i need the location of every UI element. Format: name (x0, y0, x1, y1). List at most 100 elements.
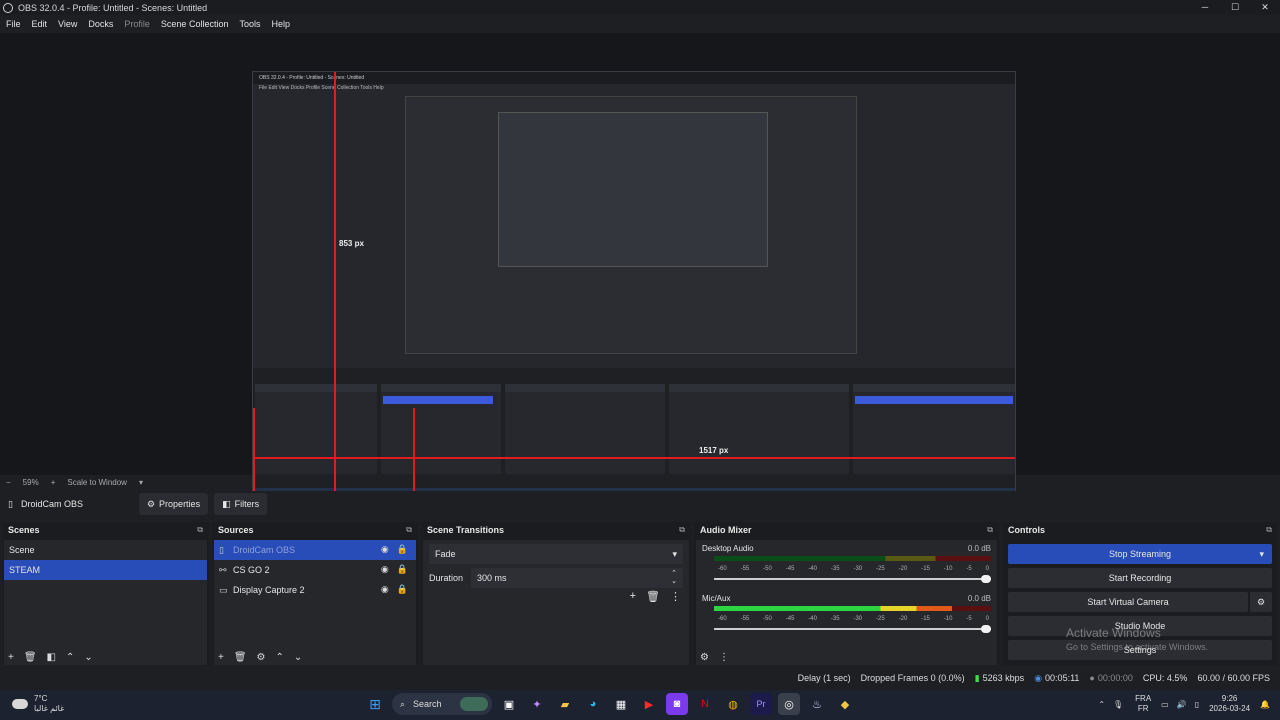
stop-streaming-label: Stop Streaming (1108, 549, 1172, 559)
preview-area[interactable]: OBS 32.0.4 - Profile: Untitled - Scenes:… (0, 33, 1280, 503)
add-icon[interactable]: + (630, 590, 636, 603)
obs-taskbar-icon[interactable]: ◎ (778, 693, 800, 715)
youtube-icon[interactable]: ▶ (638, 693, 660, 715)
lock-icon[interactable]: 🔒 (397, 544, 408, 555)
zoom-out-button[interactable]: − (6, 478, 11, 487)
window-title: OBS 32.0.4 - Profile: Untitled - Scenes:… (18, 2, 208, 13)
chevron-up-icon[interactable]: ⌃ (276, 652, 284, 663)
start-virtual-camera-button[interactable]: Start Virtual Camera (1008, 592, 1248, 612)
cloud-icon (12, 699, 28, 709)
add-icon[interactable]: + (218, 652, 224, 663)
chevron-down-icon[interactable]: ▾ (1259, 549, 1264, 560)
chevron-down-icon[interactable]: ⌄ (84, 652, 92, 663)
zoom-in-button[interactable]: + (51, 478, 56, 487)
height-guide-line (334, 72, 336, 502)
minimize-button[interactable]: ─ (1190, 0, 1220, 15)
copilot-icon[interactable]: ✦ (526, 693, 548, 715)
speaker-icon[interactable]: 🔊 (1177, 700, 1187, 709)
eye-icon[interactable]: ◉ (381, 584, 389, 595)
chevron-up-icon[interactable]: ⌃ (66, 652, 74, 663)
chrome-icon[interactable]: ◍ (722, 693, 744, 715)
clock[interactable]: 9:26 2026-03-24 (1209, 694, 1250, 714)
lock-icon[interactable]: 🔒 (397, 584, 408, 595)
filter-icon[interactable]: ◧ (47, 652, 56, 663)
add-icon[interactable]: + (8, 652, 14, 663)
channel-header: Mic/Aux 0.0 dB (696, 594, 997, 603)
preview-canvas[interactable]: OBS 32.0.4 - Profile: Untitled - Scenes:… (252, 71, 1016, 503)
trash-icon[interactable]: 🗑 (234, 652, 247, 663)
undock-icon[interactable]: ⧉ (987, 525, 993, 535)
trash-icon[interactable]: 🗑 (24, 652, 37, 663)
language-secondary: FR (1137, 704, 1149, 713)
more-icon[interactable]: ⋮ (670, 590, 681, 603)
file-explorer-icon[interactable]: ▰ (554, 693, 576, 715)
netflix-icon[interactable]: N (694, 693, 716, 715)
edge-icon[interactable]: ◕ (582, 693, 604, 715)
menu-scene-collection[interactable]: Scene Collection (161, 19, 229, 29)
undock-icon[interactable]: ⧉ (1266, 525, 1272, 535)
menu-profile[interactable]: Profile (124, 19, 150, 29)
undock-icon[interactable]: ⧉ (197, 525, 203, 535)
store-icon[interactable]: ▦ (610, 693, 632, 715)
meter-tick-label: -10 (943, 616, 953, 622)
filters-button[interactable]: ◧ Filters (214, 493, 268, 515)
transition-select[interactable]: Fade ▾ (429, 544, 683, 564)
menu-edit[interactable]: Edit (32, 19, 48, 29)
menu-tools[interactable]: Tools (239, 19, 260, 29)
language-indicator[interactable]: FRA FR (1135, 694, 1151, 714)
activate-windows-subtext: Go to Settings to activate Windows. (1066, 642, 1209, 652)
task-view-icon[interactable]: ▣ (498, 693, 520, 715)
maximize-button[interactable]: ☐ (1220, 0, 1250, 15)
windows-start-icon[interactable]: ⊞ (364, 693, 386, 715)
duration-input[interactable]: 300 ms ⌃ ⌄ (471, 568, 683, 588)
bitrate: 5263 kbps (982, 673, 1025, 683)
menu-help[interactable]: Help (271, 19, 290, 29)
current-source-name: DroidCam OBS (20, 499, 83, 509)
stop-streaming-button[interactable]: Stop Streaming ▾ (1008, 544, 1272, 564)
undock-icon[interactable]: ⧉ (679, 525, 685, 535)
menu-file[interactable]: File (6, 19, 21, 29)
virtual-camera-settings-button[interactable]: ⚙ (1250, 592, 1272, 612)
menu-view[interactable]: View (58, 19, 77, 29)
scene-item-label: Scene (9, 545, 35, 555)
app-icon[interactable]: ◆ (834, 693, 856, 715)
spin-arrows-icon[interactable]: ⌃ ⌄ (671, 570, 677, 586)
scene-item-scene[interactable]: Scene (4, 540, 207, 560)
undock-icon[interactable]: ⧉ (406, 525, 412, 535)
gear-icon[interactable]: ⚙ (257, 652, 266, 663)
close-button[interactable]: ✕ (1250, 0, 1280, 15)
taskbar-search[interactable]: ⌕ Search (392, 693, 492, 715)
mixer-settings-icon[interactable]: ⚙ (700, 652, 709, 663)
source-item-display-capture[interactable]: ▭ Display Capture 2 ◉ 🔒 (214, 580, 416, 600)
volume-slider[interactable] (714, 574, 991, 584)
obs-logo-icon (3, 2, 13, 13)
source-item-csgo2[interactable]: ⚯ CS GO 2 ◉ 🔒 (214, 560, 416, 580)
weather-widget[interactable]: 7°C غائم غالبا (12, 694, 64, 714)
meter-tick-label: 0 (985, 616, 989, 622)
scale-to-window[interactable]: Scale to Window (67, 478, 127, 487)
stream-icon: ◉ (1034, 672, 1043, 683)
chevron-up-icon[interactable]: ⌃ (1098, 700, 1105, 709)
notification-icon[interactable]: 🔔 (1260, 700, 1270, 709)
eye-icon[interactable]: ◉ (381, 564, 389, 575)
steam-icon[interactable]: ♨ (806, 693, 828, 715)
twitch-icon[interactable]: ◙ (666, 693, 688, 715)
chevron-down-icon[interactable]: ⌄ (294, 652, 302, 663)
eye-icon[interactable]: ◉ (381, 544, 389, 555)
menu-docks[interactable]: Docks (88, 19, 113, 29)
chevron-down-icon[interactable]: ▾ (139, 478, 143, 487)
more-icon[interactable]: ⋮ (719, 652, 729, 663)
microphone-icon[interactable]: 🎙 (1113, 700, 1123, 709)
trash-icon[interactable]: 🗑 (646, 590, 660, 603)
network-icon[interactable]: ▭ (1161, 700, 1169, 709)
properties-button[interactable]: ⚙ Properties (138, 493, 209, 515)
lock-icon[interactable]: 🔒 (397, 564, 408, 575)
transitions-dock: Scene Transitions ⧉ Fade ▾ Duration 300 … (421, 522, 691, 665)
volume-slider[interactable] (714, 624, 991, 634)
start-recording-button[interactable]: Start Recording (1008, 568, 1272, 588)
scene-item-steam[interactable]: STEAM (4, 560, 207, 580)
taskbar-apps: ⊞ ⌕ Search ▣ ✦ ▰ ◕ ▦ ▶ ◙ N ◍ Pr ◎ ♨ ◆ (364, 693, 856, 715)
premiere-icon[interactable]: Pr (750, 693, 772, 715)
battery-icon[interactable]: ▯ (1195, 700, 1199, 709)
source-item-droidcam[interactable]: ▯ DroidCam OBS ◉ 🔒 (214, 540, 416, 560)
